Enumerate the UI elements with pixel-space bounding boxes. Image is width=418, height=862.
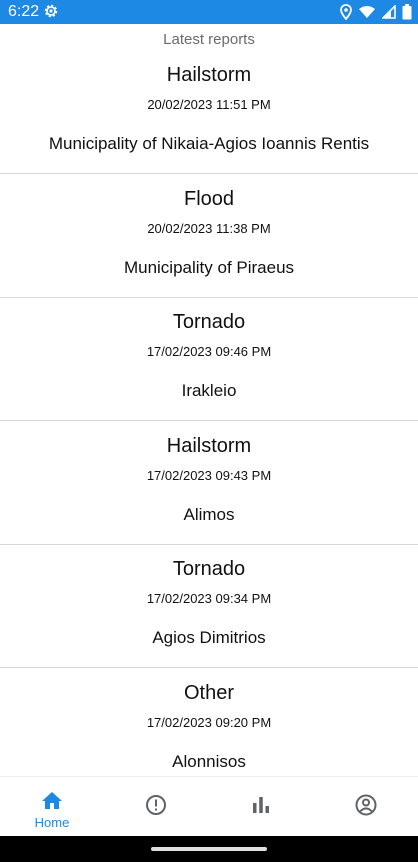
report-type: Other	[183, 682, 235, 704]
report-datetime: 17/02/2023 09:34 PM	[146, 591, 272, 606]
nav-home-label: Home	[34, 815, 70, 830]
report-type: Flood	[183, 188, 235, 210]
report-location: Agios Dimitrios	[152, 628, 266, 647]
report-card[interactable]: Flood 20/02/2023 11:38 PM Municipality o…	[0, 180, 418, 303]
divider	[0, 420, 418, 421]
divider	[0, 173, 418, 174]
status-bar: 6:22	[0, 0, 418, 24]
home-icon	[40, 789, 64, 813]
alert-icon	[144, 793, 168, 817]
report-card[interactable]: Hailstorm 20/02/2023 11:51 PM Municipali…	[0, 56, 418, 179]
location-icon	[340, 4, 352, 20]
report-type: Hailstorm	[166, 435, 252, 457]
status-time: 6:22	[8, 3, 40, 20]
report-datetime: 20/02/2023 11:51 PM	[147, 97, 271, 112]
report-card[interactable]: Tornado 17/02/2023 09:34 PM Agios Dimitr…	[0, 550, 418, 673]
nav-stats[interactable]	[209, 777, 313, 837]
report-card[interactable]: Other 17/02/2023 09:20 PM Alonnisos	[0, 674, 418, 776]
cell-signal-icon	[382, 5, 396, 19]
report-location: Municipality of Nikaia-Agios Ioannis Ren…	[48, 134, 370, 153]
report-location: Municipality of Piraeus	[123, 258, 295, 277]
divider	[0, 667, 418, 668]
profile-icon	[354, 793, 378, 817]
report-datetime: 17/02/2023 09:43 PM	[146, 468, 272, 483]
nav-profile[interactable]	[314, 777, 418, 837]
report-type: Tornado	[172, 558, 246, 580]
report-type: Hailstorm	[166, 64, 252, 86]
report-datetime: 17/02/2023 09:46 PM	[146, 344, 272, 359]
wifi-icon	[358, 5, 376, 19]
report-card[interactable]: Tornado 17/02/2023 09:46 PM Irakleio	[0, 303, 418, 426]
page-title: Latest reports	[163, 31, 255, 48]
settings-icon	[43, 3, 59, 19]
divider	[0, 544, 418, 545]
report-location: Alonnisos	[172, 752, 246, 771]
reports-list[interactable]: Hailstorm 20/02/2023 11:51 PM Municipali…	[0, 56, 418, 776]
nav-home[interactable]: Home	[0, 777, 104, 837]
nav-report[interactable]	[104, 777, 208, 837]
system-nav-bar	[0, 836, 418, 862]
report-type: Tornado	[172, 311, 246, 333]
report-card[interactable]: Hailstorm 17/02/2023 09:43 PM Alimos	[0, 427, 418, 550]
divider	[0, 297, 418, 298]
home-gesture-handle[interactable]	[151, 847, 267, 851]
report-datetime: 20/02/2023 11:38 PM	[147, 221, 271, 236]
report-location: Alimos	[183, 505, 235, 524]
report-datetime: 17/02/2023 09:20 PM	[146, 715, 272, 730]
bottom-nav: Home	[0, 776, 418, 837]
report-location: Irakleio	[181, 381, 237, 400]
battery-icon	[402, 4, 412, 20]
stats-icon	[249, 793, 273, 817]
